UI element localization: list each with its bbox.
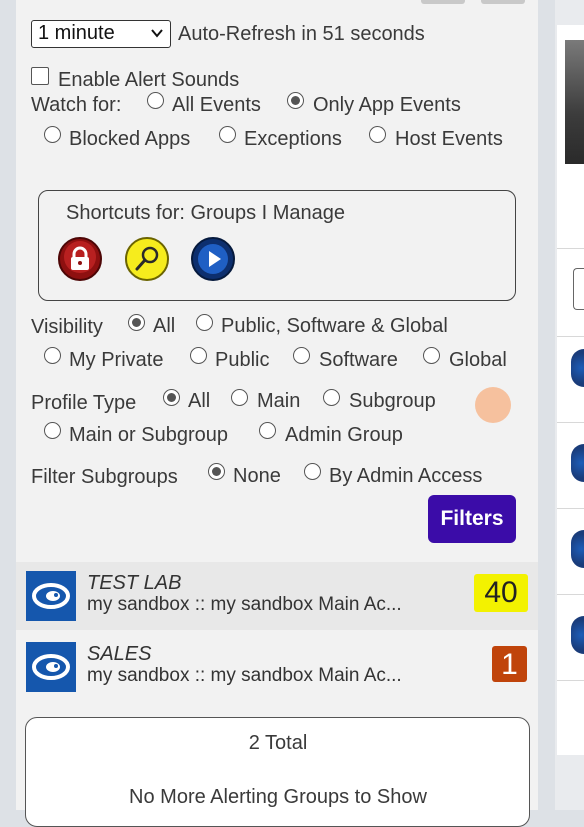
profile-type-option-label: Admin Group [285,424,403,446]
filter-subgroups-by-admin-access-radio[interactable] [304,463,321,480]
alert-count-badge: 40 [474,574,528,612]
watch-exceptions-radio[interactable] [219,126,236,143]
profile-type-main-or-subgroup-radio[interactable] [44,422,61,439]
magnifier-icon[interactable] [124,236,170,282]
visibility-option-label: Public, Software & Global [221,315,448,337]
refresh-countdown: Auto-Refresh in 51 seconds [178,23,425,45]
profile-type-option-label: Main [257,390,301,412]
profile-type-main-radio[interactable] [231,389,248,406]
profile-type-subgroup-radio[interactable] [323,389,340,406]
visibility-public-radio[interactable] [190,347,207,364]
visibility-public-software-global-radio[interactable] [196,314,213,331]
visibility-my-private-radio[interactable] [44,347,61,364]
visibility-option-label: All [153,315,176,337]
filter-subgroups-label: Filter Subgroups [31,466,178,488]
watch-option-label: All Events [172,94,261,116]
visibility-global-radio[interactable] [423,347,440,364]
watch-host-events-radio[interactable] [369,126,386,143]
right-divider [557,594,584,595]
filter-subgroups-option-label: By Admin Access [329,465,483,487]
top-button-partial[interactable] [481,0,525,4]
lock-icon[interactable] [57,236,103,282]
profile-type-label: Profile Type [31,392,137,414]
group-row[interactable]: SALES my sandbox :: my sandbox Main Ac..… [16,633,538,701]
enable-alert-sounds-label: Enable Alert Sounds [58,69,240,91]
filters-button[interactable]: Filters [428,495,516,543]
right-divider [557,680,584,681]
watch-option-label: Only App Events [313,94,461,116]
profile-type-option-label: Subgroup [349,390,436,412]
group-path: my sandbox :: my sandbox Main Ac... [87,665,402,686]
play-icon[interactable] [190,236,236,282]
right-avatar [571,616,584,654]
chevron-down-icon [151,29,163,38]
watch-all-events-radio[interactable] [147,92,164,109]
profile-type-all-radio[interactable] [163,389,180,406]
visibility-option-label: Global [449,349,507,371]
right-divider [557,422,584,423]
right-thumbnail [565,40,584,164]
group-avatar-icon [26,642,76,692]
watch-option-label: Host Events [395,128,503,150]
filter-subgroups-option-label: None [233,465,281,487]
group-path: my sandbox :: my sandbox Main Ac... [87,594,402,615]
profile-type-option-label: All [188,390,211,412]
watch-for-label: Watch for: [31,94,122,116]
refresh-interval-select[interactable]: 1 minute [31,20,171,48]
visibility-label: Visibility [31,316,103,338]
visibility-software-radio[interactable] [293,347,310,364]
total-count: 2 Total [248,732,308,754]
group-name: TEST LAB [87,572,182,594]
visibility-option-label: My Private [69,349,164,371]
right-doc-icon [573,268,584,310]
right-avatar [571,530,584,568]
right-divider [557,336,584,337]
refresh-interval-value: 1 minute [38,22,115,44]
shortcuts-title: Shortcuts for: Groups I Manage [66,202,346,224]
right-avatar [571,349,584,387]
profile-type-admin-group-radio[interactable] [259,422,276,439]
top-button-partial[interactable] [421,0,465,4]
watch-option-label: Exceptions [244,128,342,150]
visibility-option-label: Public [215,349,270,371]
visibility-all-radio[interactable] [128,314,145,331]
filter-subgroups-none-radio[interactable] [208,463,225,480]
profile-type-option-label: Main or Subgroup [69,424,228,446]
enable-alert-sounds-checkbox[interactable] [31,67,49,85]
watch-only-app-events-radio[interactable] [287,92,304,109]
group-name: SALES [87,643,152,665]
cursor-highlight [475,387,511,423]
watch-blocked-apps-radio[interactable] [44,126,61,143]
group-row[interactable]: TEST LAB my sandbox :: my sandbox Main A… [16,562,538,630]
right-divider [557,508,584,509]
right-avatar [571,444,584,482]
right-divider [557,248,584,249]
no-more-groups-message: No More Alerting Groups to Show [129,786,427,808]
watch-option-label: Blocked Apps [69,128,191,150]
alert-count-badge: 1 [492,646,527,682]
group-avatar-icon [26,571,76,621]
visibility-option-label: Software [319,349,398,371]
